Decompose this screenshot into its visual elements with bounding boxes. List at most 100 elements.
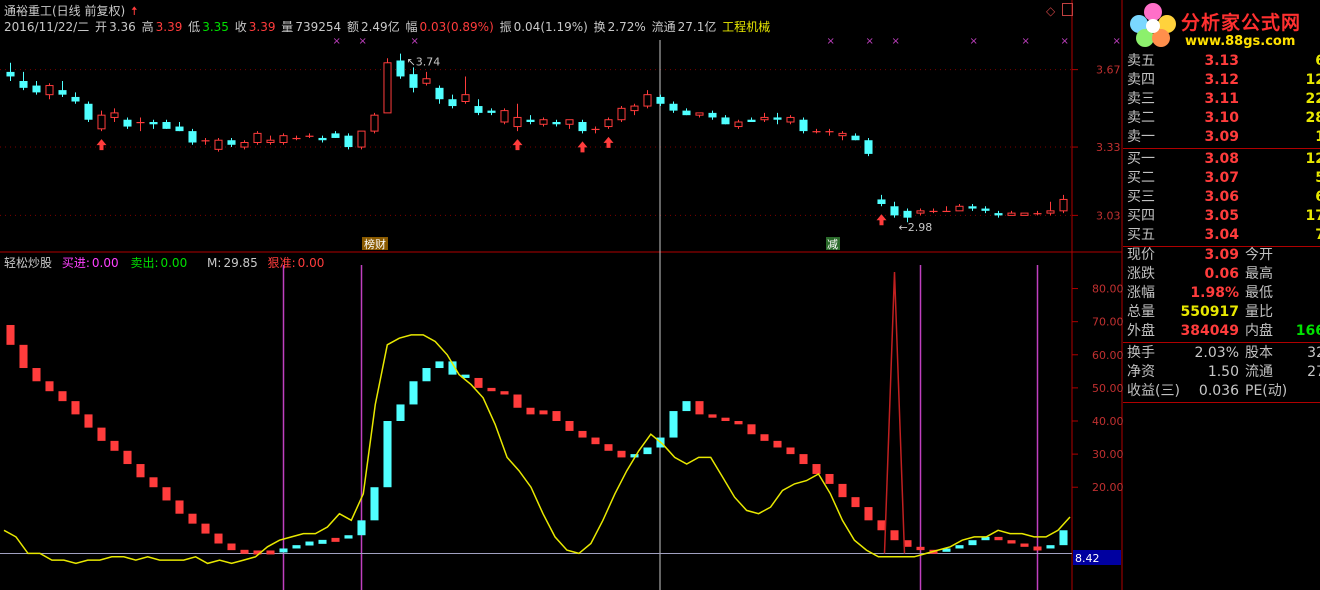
indicator-tick-label: 80.00 [1092, 283, 1124, 296]
x-mark-icon: × [1061, 36, 1069, 47]
orderbook-price: 3.13 [1204, 53, 1239, 69]
orderbook-price: 3.05 [1204, 208, 1239, 224]
candle-body [409, 74, 418, 88]
candle-body [799, 119, 808, 132]
candle-body [19, 81, 28, 88]
indicator-bar [32, 368, 41, 382]
candle-body [227, 140, 236, 145]
candle-body [656, 96, 665, 104]
orderbook-price: 3.12 [1204, 72, 1239, 88]
candle-body [162, 122, 171, 129]
buy-arrow-icon [577, 141, 588, 153]
candle-body [591, 128, 600, 131]
price-tick-label: 3.67 [1096, 64, 1121, 77]
x-mark-icon: × [892, 36, 900, 47]
quote-amount: 2.49亿 [360, 20, 400, 34]
buy-level-row: 买二 3.07 5 [1127, 169, 1320, 188]
buy-level-row: 买三 3.06 6 [1127, 188, 1320, 207]
indicator-bar [565, 421, 574, 431]
candle-body [630, 105, 639, 112]
orderbook-volume: 6 [1285, 188, 1320, 207]
orderbook-label: 卖二 [1127, 110, 1155, 126]
candle-body [1020, 212, 1029, 216]
indicator-bar [435, 361, 444, 369]
candle-body [149, 122, 158, 125]
x-mark-icon: × [827, 36, 835, 47]
x-mark-icon: × [1022, 36, 1030, 47]
quote-high: 3.39 [155, 20, 183, 34]
indicator-bar [916, 546, 925, 551]
indicator-bar [851, 497, 860, 508]
candle-body [45, 85, 54, 96]
quote-change: 0.06 [1204, 266, 1239, 282]
candle-body [32, 85, 41, 93]
chart-title-row: 通裕重工(日线 前复权) 🠅 [4, 4, 140, 18]
candle-body [448, 99, 457, 107]
indicator-bar [669, 411, 678, 438]
indicator-m: 29.85 [223, 256, 258, 270]
signal-line [3, 334, 1071, 565]
stock-chart[interactable]: 3.67 3.33 3.03 × × × × × × × × × × ↖3.74 ←2.98 榜财 减 80.00… [0, 0, 1320, 590]
candle-body [526, 119, 535, 122]
orderbook-volume: 12 [1305, 72, 1320, 88]
orderbook-volume: 1 [1285, 128, 1320, 147]
orderbook-label: 卖一 [1127, 129, 1155, 145]
indicator-bar [162, 487, 171, 501]
indicator-bar [994, 536, 1003, 541]
candle-body [968, 206, 977, 209]
indicator-bar [58, 391, 67, 402]
indicator-bar [292, 545, 301, 549]
divider [1123, 342, 1320, 343]
candle-body [318, 137, 327, 141]
indicator-bar [6, 324, 15, 345]
fund-row-eps: 收益(三) 0.036 PE(动) [1127, 383, 1288, 399]
candle-body [942, 210, 951, 213]
candle-body [773, 117, 782, 120]
indicator-bar [110, 440, 119, 451]
orderbook-price: 3.11 [1204, 91, 1239, 107]
indicator-bar [19, 344, 28, 369]
quote-range: 0.03(0.89%) [419, 20, 494, 34]
candle-body [955, 205, 964, 212]
candle-body [110, 112, 119, 118]
candle-body [357, 130, 366, 148]
indicator-bar [825, 473, 834, 484]
indicator-bar [201, 523, 210, 534]
buy-level-row: 买五 3.04 7 [1127, 226, 1320, 245]
candle-body [513, 116, 522, 128]
candle-body [604, 119, 613, 128]
up-arrow-icon: 🠅 [131, 4, 138, 18]
candle-body [266, 139, 275, 144]
candle-body [500, 110, 509, 123]
candle-body [825, 131, 834, 133]
candle-body [97, 114, 106, 130]
orderbook-volume: 6 [1285, 52, 1320, 71]
sell-level-row: 卖三 3.11 22 [1127, 90, 1320, 109]
diamond-icon[interactable]: ◇ [1046, 4, 1055, 18]
indicator-bar [188, 513, 197, 524]
quote-row-outer: 外盘 384049 内盘 166 [1127, 322, 1320, 341]
indicator-bar [1046, 545, 1055, 549]
fund-eps: 0.036 [1198, 383, 1239, 399]
indicator-tick-label: 30.00 [1092, 448, 1124, 461]
cursor-value: 8.42 [1075, 552, 1100, 565]
quote-row-total: 总量 550917 量比 [1127, 304, 1273, 320]
indicator-bar [1059, 530, 1068, 546]
candle-body [877, 199, 886, 204]
quote-row-price: 现价 3.09 今开 [1127, 247, 1273, 263]
indicator-bar [513, 394, 522, 408]
indicator-bar [721, 417, 730, 421]
orderbook-price: 3.04 [1204, 227, 1239, 243]
indicator-name: 轻松炒股 [4, 256, 53, 270]
restore-window-icon[interactable] [1062, 3, 1073, 16]
quote-pct: 1.98% [1190, 285, 1239, 301]
candle-body [669, 103, 678, 111]
indicator-tick-label: 50.00 [1092, 382, 1124, 395]
sell-level-row: 卖二 3.10 28 [1127, 109, 1320, 128]
indicator-bar [812, 464, 821, 474]
orderbook-label: 买二 [1127, 170, 1155, 186]
candle-body [760, 116, 769, 121]
candle-body [903, 210, 912, 218]
indicator-bar [747, 424, 756, 435]
indicator-bar [396, 404, 405, 421]
